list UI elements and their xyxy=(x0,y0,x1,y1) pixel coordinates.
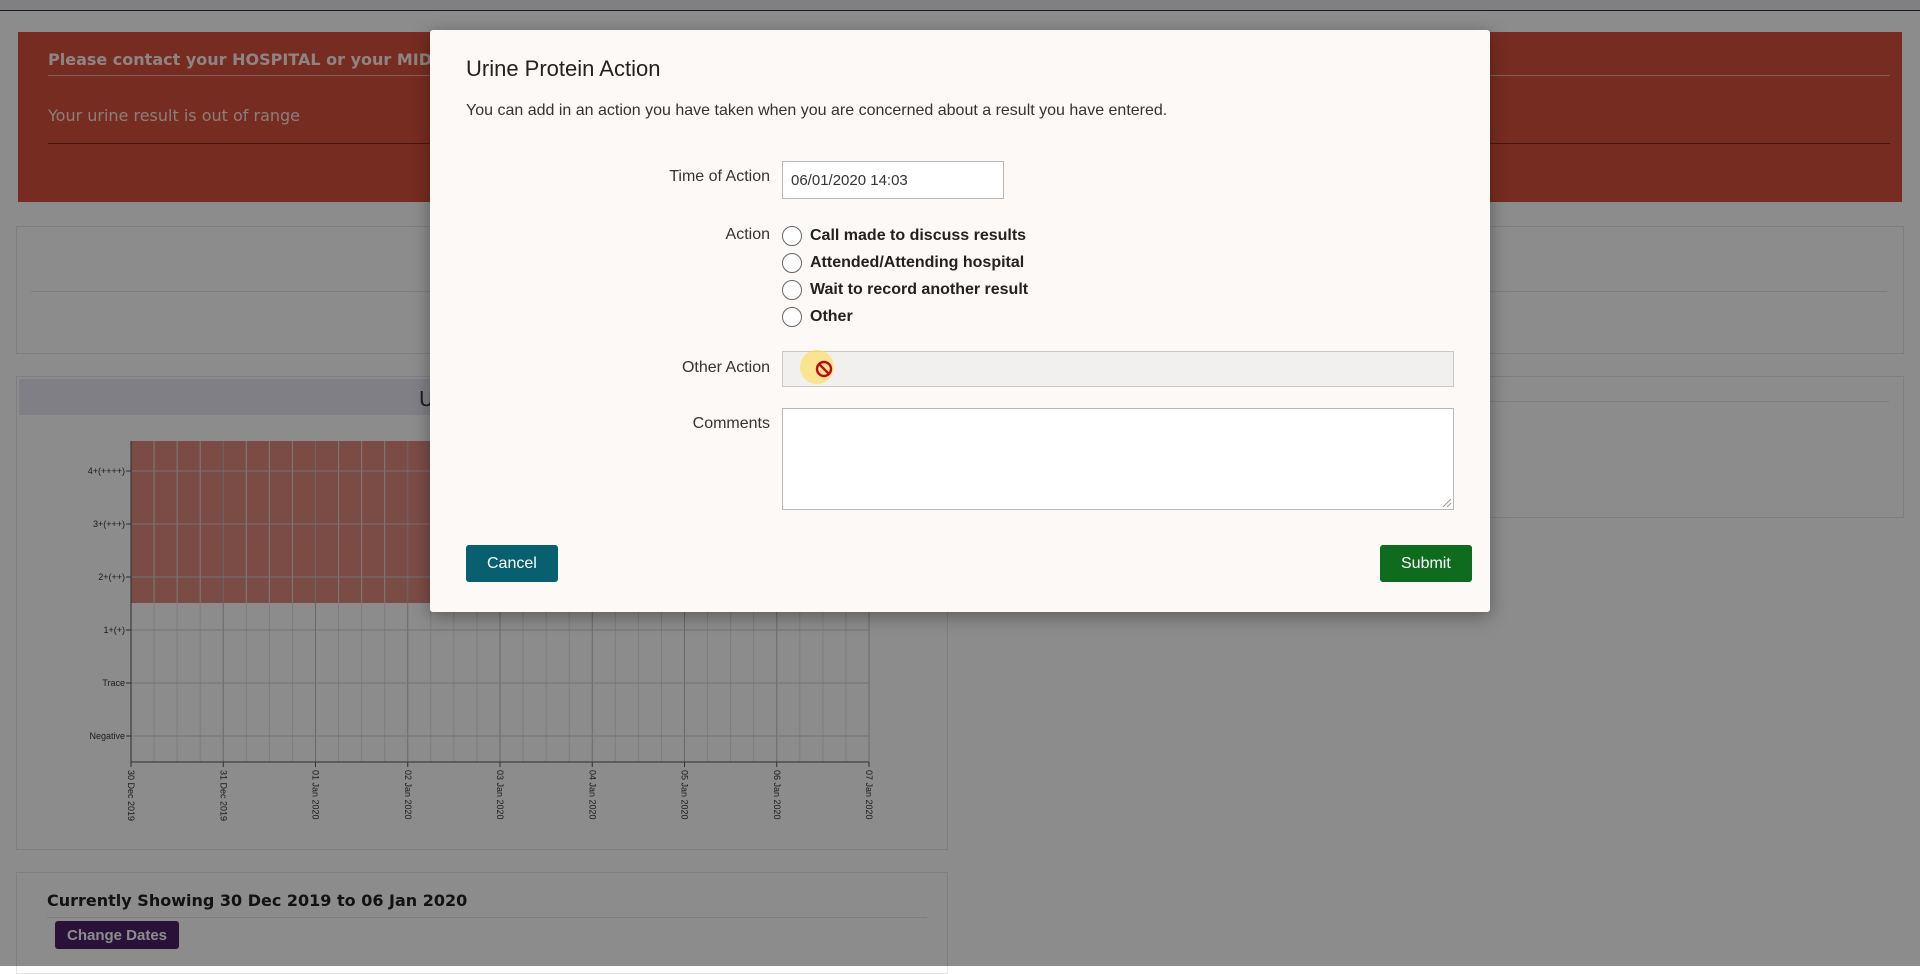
action-label: Action xyxy=(725,226,770,243)
not-allowed-cursor-icon xyxy=(815,360,833,378)
radio-button[interactable] xyxy=(782,252,802,273)
comments-label: Comments xyxy=(692,415,770,432)
time-of-action-input[interactable] xyxy=(782,161,1004,199)
action-option[interactable]: Call made to discuss results xyxy=(782,222,1028,249)
action-option-label: Other xyxy=(810,307,853,325)
action-option-label: Call made to discuss results xyxy=(810,226,1027,244)
radio-button[interactable] xyxy=(782,306,802,327)
other-action-label: Other Action xyxy=(681,359,770,376)
dialog-description: You can add in an action you have taken … xyxy=(466,102,1168,119)
action-option-label: Wait to record another result xyxy=(810,280,1029,298)
submit-button[interactable]: Submit xyxy=(1380,545,1472,582)
time-of-action-label: Time of Action xyxy=(669,168,770,185)
action-option-label: Attended/Attending hospital xyxy=(810,253,1025,271)
other-action-input[interactable] xyxy=(782,351,1454,387)
dialog-title: Urine Protein Action xyxy=(466,56,661,81)
action-option[interactable]: Attended/Attending hospital xyxy=(782,249,1028,276)
resize-handle-icon[interactable] xyxy=(1442,498,1452,508)
radio-button[interactable] xyxy=(782,279,802,300)
action-option[interactable]: Wait to record another result xyxy=(782,276,1028,303)
comments-textarea[interactable] xyxy=(782,408,1454,510)
action-option[interactable]: Other xyxy=(782,303,1028,330)
urine-protein-action-dialog: Urine Protein Action You can add in an a… xyxy=(430,30,1490,612)
cancel-button[interactable]: Cancel xyxy=(466,545,558,582)
radio-button[interactable] xyxy=(782,225,802,246)
action-radio-group: Call made to discuss results Attended/At… xyxy=(782,222,1028,330)
